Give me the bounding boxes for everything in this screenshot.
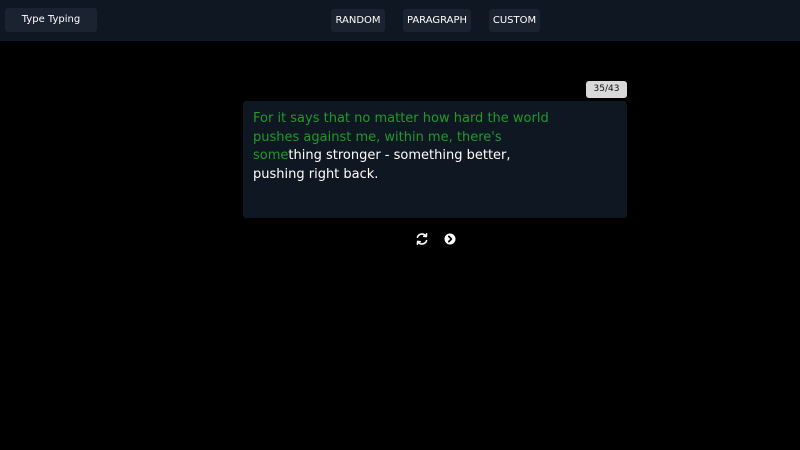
typing-text-panel[interactable]: For it says that no matter how hard the … [243, 101, 627, 218]
top-navigation-bar: Type Typing RANDOM PARAGRAPH CUSTOM [0, 0, 800, 41]
random-mode-button[interactable]: RANDOM [331, 9, 385, 32]
app-brand[interactable]: Type Typing [5, 8, 97, 32]
arrow-right-circle-icon[interactable] [443, 231, 457, 245]
word-progress-counter: 35/43 [586, 81, 627, 98]
typing-passage: For it says that no matter how hard the … [253, 110, 563, 184]
custom-mode-button[interactable]: CUSTOM [489, 9, 540, 32]
remaining-text: thing stronger - something better, pushi… [253, 148, 511, 182]
paragraph-mode-button[interactable]: PARAGRAPH [403, 9, 471, 32]
refresh-icon[interactable] [415, 231, 429, 245]
